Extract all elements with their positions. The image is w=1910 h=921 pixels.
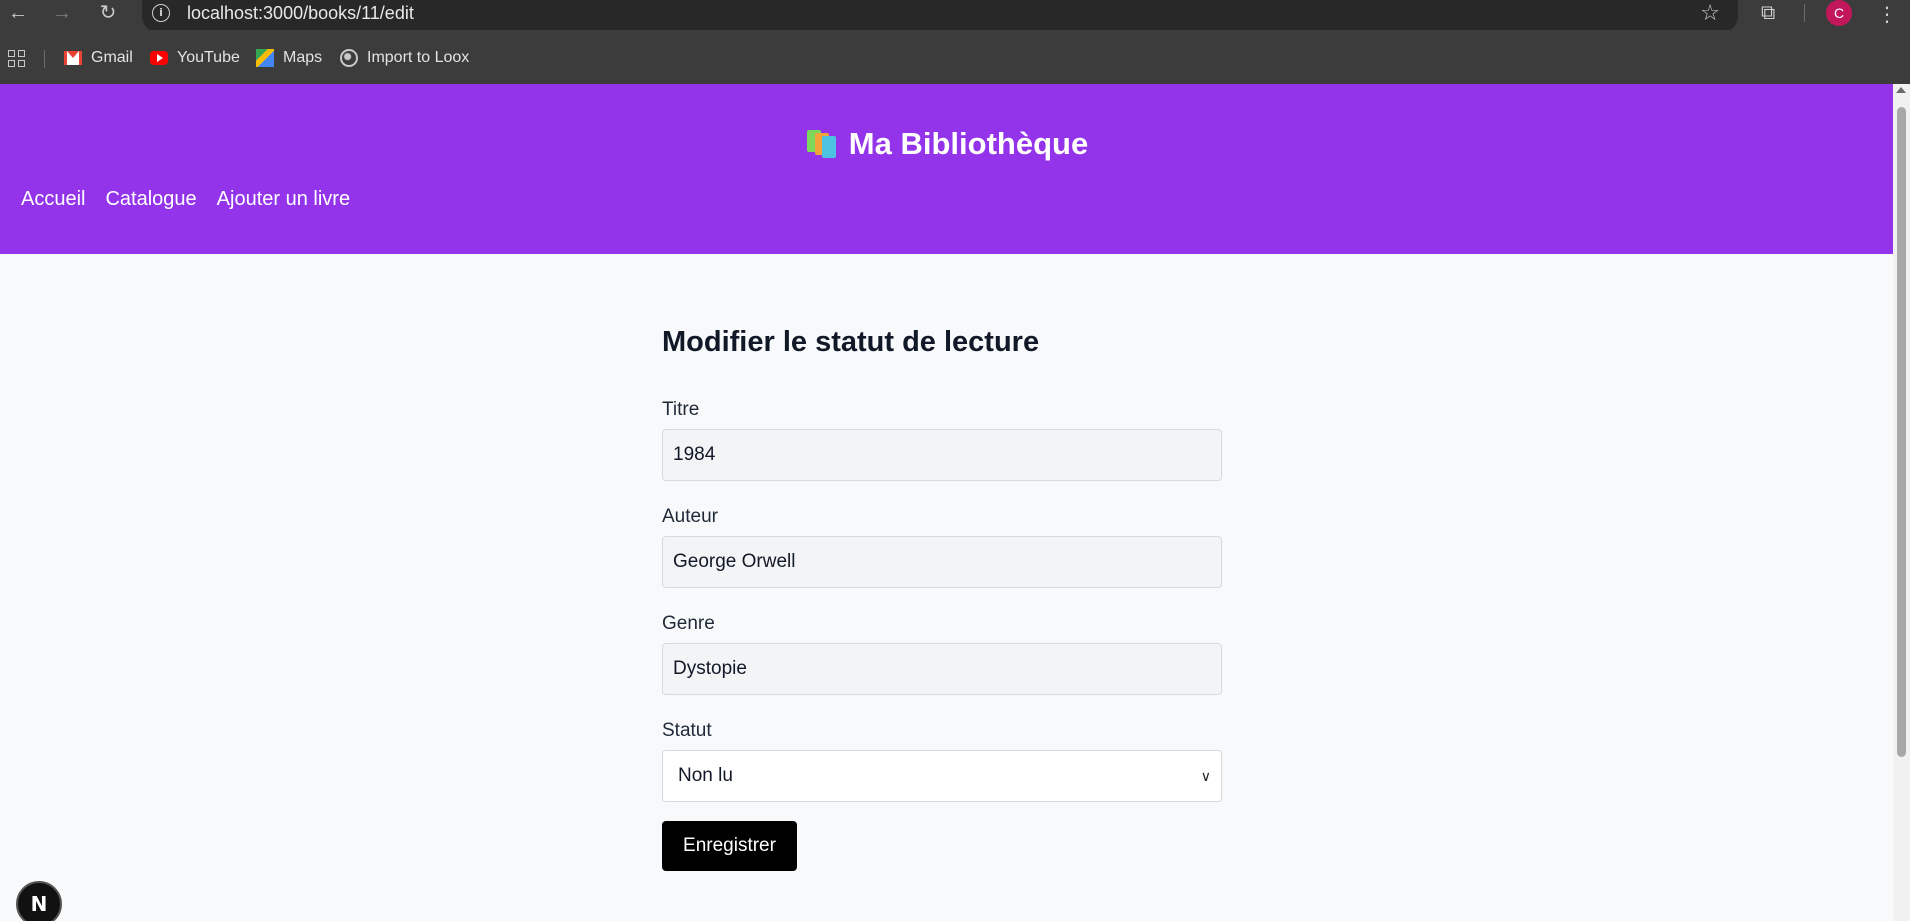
gmail-icon bbox=[64, 51, 82, 65]
globe-icon bbox=[340, 49, 358, 67]
main-nav: Accueil Catalogue Ajouter un livre bbox=[21, 188, 350, 211]
status-selected-value: Non lu bbox=[678, 765, 733, 786]
app-title-text: Ma Bibliothèque bbox=[848, 126, 1089, 161]
nav-link-accueil[interactable]: Accueil bbox=[21, 188, 85, 211]
bookmark-label: YouTube bbox=[177, 49, 240, 66]
bookmarks-divider bbox=[44, 50, 45, 68]
genre-field[interactable]: Dystopie bbox=[662, 643, 1222, 695]
forward-icon[interactable]: → bbox=[50, 1, 74, 25]
bookmark-youtube[interactable]: YouTube bbox=[150, 47, 240, 69]
toolbar-divider bbox=[1804, 4, 1805, 22]
title-label: Titre bbox=[662, 399, 700, 420]
save-button[interactable]: Enregistrer bbox=[662, 821, 797, 871]
genre-label: Genre bbox=[662, 613, 715, 634]
bookmark-maps[interactable]: Maps bbox=[256, 47, 322, 69]
browser-toolbar: ← → ↻ i localhost:3000/books/11/edit ☆ ⧉… bbox=[0, 0, 1910, 33]
books-icon bbox=[805, 128, 837, 158]
author-label: Auteur bbox=[662, 506, 718, 527]
reload-icon[interactable]: ↻ bbox=[96, 1, 120, 25]
status-select[interactable]: Non lu ∨ bbox=[662, 750, 1222, 802]
scrollbar-thumb[interactable] bbox=[1897, 107, 1906, 757]
back-icon[interactable]: ← bbox=[6, 1, 30, 25]
maps-icon bbox=[256, 49, 274, 67]
bookmark-label: Maps bbox=[283, 49, 323, 66]
form-title: Modifier le statut de lecture bbox=[662, 326, 1040, 358]
bookmarks-bar: Gmail YouTube Maps Import to Loox bbox=[0, 30, 1910, 84]
chevron-down-icon: ∨ bbox=[1200, 768, 1211, 784]
nav-link-catalogue[interactable]: Catalogue bbox=[105, 188, 196, 211]
title-field[interactable]: 1984 bbox=[662, 429, 1222, 481]
scroll-up-arrow-icon[interactable] bbox=[1896, 87, 1906, 93]
apps-grid-icon[interactable] bbox=[8, 50, 25, 67]
youtube-icon bbox=[150, 51, 168, 65]
nav-link-ajouter-un-livre[interactable]: Ajouter un livre bbox=[217, 188, 350, 211]
author-field[interactable]: George Orwell bbox=[662, 536, 1222, 588]
profile-avatar[interactable]: C bbox=[1826, 0, 1852, 26]
address-bar[interactable]: i localhost:3000/books/11/edit ☆ bbox=[142, 0, 1738, 33]
app-title: Ma Bibliothèque bbox=[0, 126, 1893, 162]
address-url[interactable]: localhost:3000/books/11/edit bbox=[187, 3, 414, 24]
bookmark-label: Import to Loox bbox=[367, 49, 470, 66]
bookmark-gmail[interactable]: Gmail bbox=[64, 47, 133, 69]
nextjs-dev-badge-icon[interactable]: N bbox=[16, 881, 62, 921]
site-info-icon[interactable]: i bbox=[152, 4, 170, 22]
bookmark-label: Gmail bbox=[91, 49, 133, 66]
bookmark-star-icon[interactable]: ☆ bbox=[1700, 0, 1720, 26]
app-header: Ma Bibliothèque Accueil Catalogue Ajoute… bbox=[0, 84, 1893, 254]
status-label: Statut bbox=[662, 720, 712, 741]
menu-kebab-icon[interactable]: ⋮ bbox=[1877, 2, 1897, 27]
extensions-icon[interactable]: ⧉ bbox=[1761, 2, 1775, 25]
bookmark-import-to-loox[interactable]: Import to Loox bbox=[340, 47, 469, 69]
edit-book-form: Modifier le statut de lecture Titre 1984… bbox=[662, 326, 1222, 871]
